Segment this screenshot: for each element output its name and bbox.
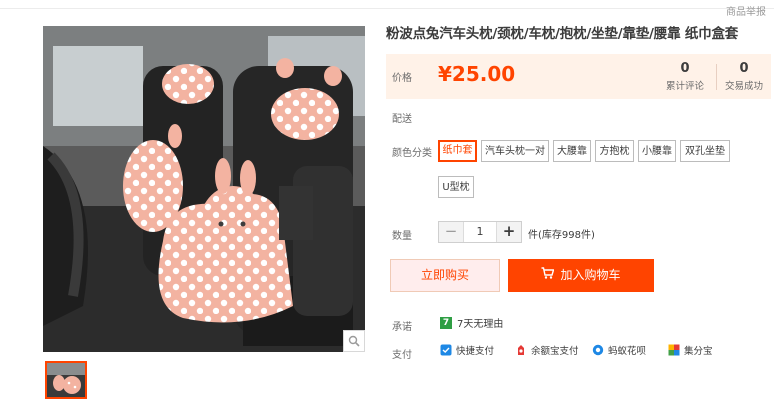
stock-text: 件(库存998件) bbox=[528, 230, 595, 241]
payment-method-label: 余额宝支付 bbox=[531, 346, 579, 357]
price-label: 价格 bbox=[392, 73, 412, 84]
sku-option-large-lumbar[interactable]: 大腰靠 bbox=[553, 140, 591, 162]
report-link[interactable]: 商品举报 bbox=[726, 3, 766, 18]
payment-method-label: 快捷支付 bbox=[456, 346, 495, 357]
payment-method-huabei[interactable]: 蚂蚁花呗 bbox=[592, 343, 646, 357]
quantity-decrease-button[interactable]: − bbox=[439, 222, 463, 242]
payment-method-label: 集分宝 bbox=[684, 346, 713, 357]
payment-method-yuebao[interactable]: 余额宝支付 bbox=[515, 343, 579, 357]
thumbnail-illustration bbox=[47, 363, 85, 397]
yuebao-icon bbox=[515, 344, 527, 356]
review-count-value: 0 bbox=[680, 61, 690, 76]
quantity-stepper: − 1 + bbox=[438, 221, 522, 243]
zoom-button[interactable] bbox=[343, 330, 365, 352]
sku-option-headrest-pair[interactable]: 汽车头枕一对 bbox=[481, 140, 549, 162]
quantity-input[interactable]: 1 bbox=[463, 222, 497, 242]
jifenbao-icon bbox=[668, 344, 680, 356]
delivery-label: 配送 bbox=[392, 114, 412, 125]
promise-item[interactable]: 7 7天无理由 bbox=[440, 315, 503, 330]
payment-method-jifenbao[interactable]: 集分宝 bbox=[668, 343, 713, 357]
color-label: 颜色分类 bbox=[392, 148, 432, 159]
sales-count-value: 0 bbox=[739, 61, 749, 76]
sales-count-label: 交易成功 bbox=[724, 81, 763, 92]
quantity-label: 数量 bbox=[392, 231, 412, 242]
price-panel: 价格 ¥25.00 0 累计评论 0 交易成功 bbox=[386, 54, 771, 99]
review-count-label: 累计评论 bbox=[665, 81, 704, 92]
product-thumbnail[interactable] bbox=[45, 361, 87, 399]
magnifier-icon bbox=[348, 335, 360, 347]
cart-icon bbox=[541, 259, 555, 292]
quantity-increase-button[interactable]: + bbox=[497, 222, 521, 242]
quickpay-icon bbox=[440, 344, 452, 356]
seven-day-return-icon: 7 bbox=[440, 316, 452, 329]
top-divider bbox=[0, 8, 774, 9]
sku-option-square-pillow[interactable]: 方抱枕 bbox=[595, 140, 634, 162]
add-to-cart-label: 加入购物车 bbox=[560, 268, 621, 282]
product-photo-illustration bbox=[43, 26, 365, 352]
sales-count: 0 交易成功 bbox=[717, 61, 771, 92]
sku-option-small-lumbar[interactable]: 小腰靠 bbox=[638, 140, 676, 162]
payment-label: 支付 bbox=[392, 350, 412, 361]
sku-option-seat-cushion[interactable]: 双孔坐垫 bbox=[680, 140, 730, 162]
sku-option-u-pillow[interactable]: U型枕 bbox=[438, 176, 474, 198]
sku-option-tissue-cover[interactable]: 纸巾套 bbox=[438, 140, 477, 162]
buy-now-button[interactable]: 立即购买 bbox=[390, 259, 500, 292]
product-title: 粉波点兔汽车头枕/颈枕/车枕/抱枕/坐垫/靠垫/腰靠 纸巾盒套 bbox=[386, 26, 739, 42]
add-to-cart-button[interactable]: 加入购物车 bbox=[508, 259, 654, 292]
promise-text: 7天无理由 bbox=[457, 319, 504, 330]
promise-label: 承诺 bbox=[392, 322, 412, 333]
review-count[interactable]: 0 累计评论 bbox=[658, 61, 712, 92]
payment-method-quickpay[interactable]: 快捷支付 bbox=[440, 343, 494, 357]
main-product-image[interactable] bbox=[43, 26, 365, 352]
price-value: ¥25.00 bbox=[438, 62, 516, 86]
huabei-icon bbox=[592, 344, 604, 356]
payment-method-label: 蚂蚁花呗 bbox=[608, 346, 647, 357]
